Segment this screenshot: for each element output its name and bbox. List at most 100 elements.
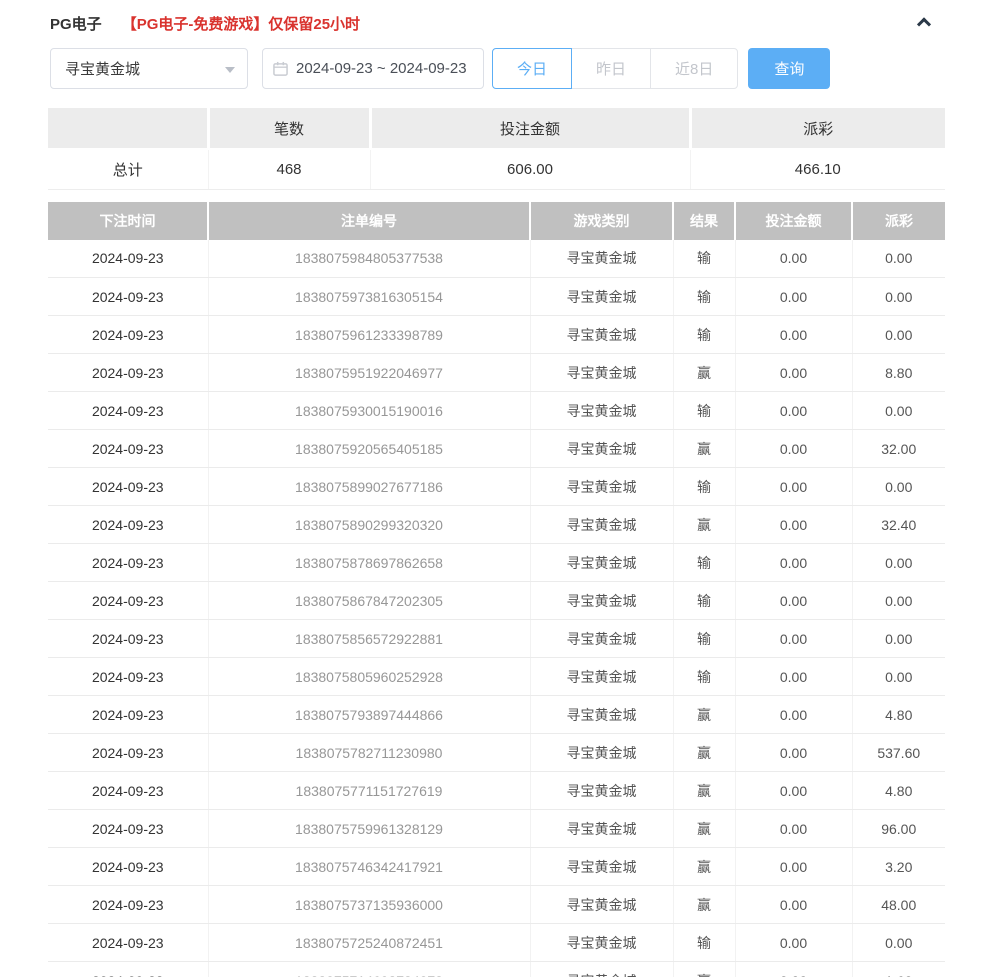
cell-payout: 0.00 — [852, 582, 945, 620]
cell-payout: 0.00 — [852, 240, 945, 278]
calendar-icon — [273, 61, 288, 76]
cell-payout: 1.60 — [852, 962, 945, 977]
bet-table: 下注时间注单编号游戏类别结果投注金额派彩 2024-09-23183807598… — [48, 202, 945, 977]
cell-bet-amount: 0.00 — [735, 886, 852, 924]
table-row: 2024-09-231838075805960252928寻宝黄金城输0.000… — [48, 658, 945, 696]
date-range-input[interactable]: 2024-09-23 ~ 2024-09-23 — [262, 48, 484, 89]
cell-bet-time: 2024-09-23 — [48, 848, 208, 886]
bet-table-header-cell: 投注金额 — [735, 202, 852, 240]
cell-bet-amount: 0.00 — [735, 924, 852, 962]
table-row: 2024-09-231838075793897444866寻宝黄金城赢0.004… — [48, 696, 945, 734]
cell-result: 输 — [673, 658, 735, 696]
collapse-button[interactable] — [913, 12, 935, 34]
cell-payout: 537.60 — [852, 734, 945, 772]
cell-result: 输 — [673, 392, 735, 430]
bet-table-section: 下注时间注单编号游戏类别结果投注金额派彩 2024-09-23183807598… — [48, 202, 945, 977]
bet-table-body: 2024-09-231838075984805377538寻宝黄金城输0.000… — [48, 240, 945, 977]
cell-bet-amount: 0.00 — [735, 962, 852, 977]
cell-payout: 48.00 — [852, 886, 945, 924]
cell-game-type: 寻宝黄金城 — [530, 240, 673, 278]
cell-bet-time: 2024-09-23 — [48, 962, 208, 977]
cell-bet-id: 1838075759961328129 — [208, 810, 530, 848]
cell-bet-id: 1838075973816305154 — [208, 278, 530, 316]
cell-bet-amount: 0.00 — [735, 354, 852, 392]
table-row: 2024-09-231838075714698734073寻宝黄金城赢0.001… — [48, 962, 945, 977]
summary-row-label: 总计 — [48, 149, 208, 189]
cell-bet-id: 1838075737135936000 — [208, 886, 530, 924]
cell-payout: 32.00 — [852, 430, 945, 468]
table-row: 2024-09-231838075771151727619寻宝黄金城赢0.004… — [48, 772, 945, 810]
cell-bet-time: 2024-09-23 — [48, 734, 208, 772]
cell-bet-amount: 0.00 — [735, 240, 852, 278]
cell-bet-amount: 0.00 — [735, 468, 852, 506]
cell-result: 输 — [673, 544, 735, 582]
quick-range-button-0[interactable]: 今日 — [492, 48, 572, 89]
cell-bet-id: 1838075771151727619 — [208, 772, 530, 810]
cell-bet-time: 2024-09-23 — [48, 468, 208, 506]
cell-bet-amount: 0.00 — [735, 772, 852, 810]
cell-payout: 0.00 — [852, 278, 945, 316]
page-title: PG电子 — [50, 13, 102, 34]
cell-game-type: 寻宝黄金城 — [530, 544, 673, 582]
cell-bet-time: 2024-09-23 — [48, 278, 208, 316]
game-select[interactable]: 寻宝黄金城 — [50, 48, 248, 89]
bet-records-panel: PG电子 【PG电子-免费游戏】仅保留25小时 寻宝黄金城 2024-09-23… — [0, 0, 999, 977]
cell-game-type: 寻宝黄金城 — [530, 430, 673, 468]
cell-bet-time: 2024-09-23 — [48, 772, 208, 810]
cell-bet-id: 1838075899027677186 — [208, 468, 530, 506]
cell-payout: 0.00 — [852, 924, 945, 962]
cell-bet-id: 1838075867847202305 — [208, 582, 530, 620]
quick-range-button-2[interactable]: 近8日 — [650, 48, 738, 89]
cell-payout: 0.00 — [852, 316, 945, 354]
cell-bet-amount: 0.00 — [735, 696, 852, 734]
summary-header-cell — [48, 108, 208, 149]
summary-value-cell: 606.00 — [370, 149, 690, 189]
cell-result: 输 — [673, 924, 735, 962]
cell-game-type: 寻宝黄金城 — [530, 354, 673, 392]
cell-bet-id: 1838075984805377538 — [208, 240, 530, 278]
cell-bet-id: 1838075782711230980 — [208, 734, 530, 772]
search-button[interactable]: 查询 — [748, 48, 830, 89]
table-row: 2024-09-231838075899027677186寻宝黄金城输0.000… — [48, 468, 945, 506]
cell-result: 赢 — [673, 886, 735, 924]
cell-bet-amount: 0.00 — [735, 848, 852, 886]
summary-value-cell: 468 — [208, 149, 370, 189]
cell-result: 输 — [673, 468, 735, 506]
cell-game-type: 寻宝黄金城 — [530, 278, 673, 316]
cell-bet-id: 1838075746342417921 — [208, 848, 530, 886]
table-row: 2024-09-231838075973816305154寻宝黄金城输0.000… — [48, 278, 945, 316]
cell-game-type: 寻宝黄金城 — [530, 658, 673, 696]
cell-result: 赢 — [673, 962, 735, 977]
cell-bet-time: 2024-09-23 — [48, 392, 208, 430]
cell-bet-amount: 0.00 — [735, 734, 852, 772]
cell-bet-id: 1838075951922046977 — [208, 354, 530, 392]
quick-range-button-1[interactable]: 昨日 — [571, 48, 651, 89]
cell-bet-amount: 0.00 — [735, 506, 852, 544]
table-row: 2024-09-231838075759961328129寻宝黄金城赢0.009… — [48, 810, 945, 848]
cell-result: 输 — [673, 278, 735, 316]
summary-header-row: 笔数投注金额派彩 — [48, 108, 945, 149]
cell-payout: 32.40 — [852, 506, 945, 544]
cell-result: 赢 — [673, 734, 735, 772]
cell-result: 赢 — [673, 506, 735, 544]
cell-bet-amount: 0.00 — [735, 544, 852, 582]
cell-result: 赢 — [673, 772, 735, 810]
bet-table-header-cell: 游戏类别 — [530, 202, 673, 240]
cell-bet-id: 1838075793897444866 — [208, 696, 530, 734]
summary-header-cell: 笔数 — [208, 108, 370, 149]
cell-bet-id: 1838075890299320320 — [208, 506, 530, 544]
cell-bet-amount: 0.00 — [735, 392, 852, 430]
cell-payout: 8.80 — [852, 354, 945, 392]
summary-table: 笔数投注金额派彩 总计468606.00466.10 — [48, 108, 945, 190]
cell-bet-time: 2024-09-23 — [48, 696, 208, 734]
cell-result: 赢 — [673, 696, 735, 734]
cell-bet-amount: 0.00 — [735, 316, 852, 354]
cell-bet-id: 1838075856572922881 — [208, 620, 530, 658]
cell-payout: 4.80 — [852, 772, 945, 810]
cell-payout: 4.80 — [852, 696, 945, 734]
promo-notice: 【PG电子-免费游戏】仅保留25小时 — [122, 13, 360, 34]
cell-payout: 0.00 — [852, 658, 945, 696]
game-select-value: 寻宝黄金城 — [65, 58, 140, 79]
cell-bet-amount: 0.00 — [735, 810, 852, 848]
cell-game-type: 寻宝黄金城 — [530, 772, 673, 810]
